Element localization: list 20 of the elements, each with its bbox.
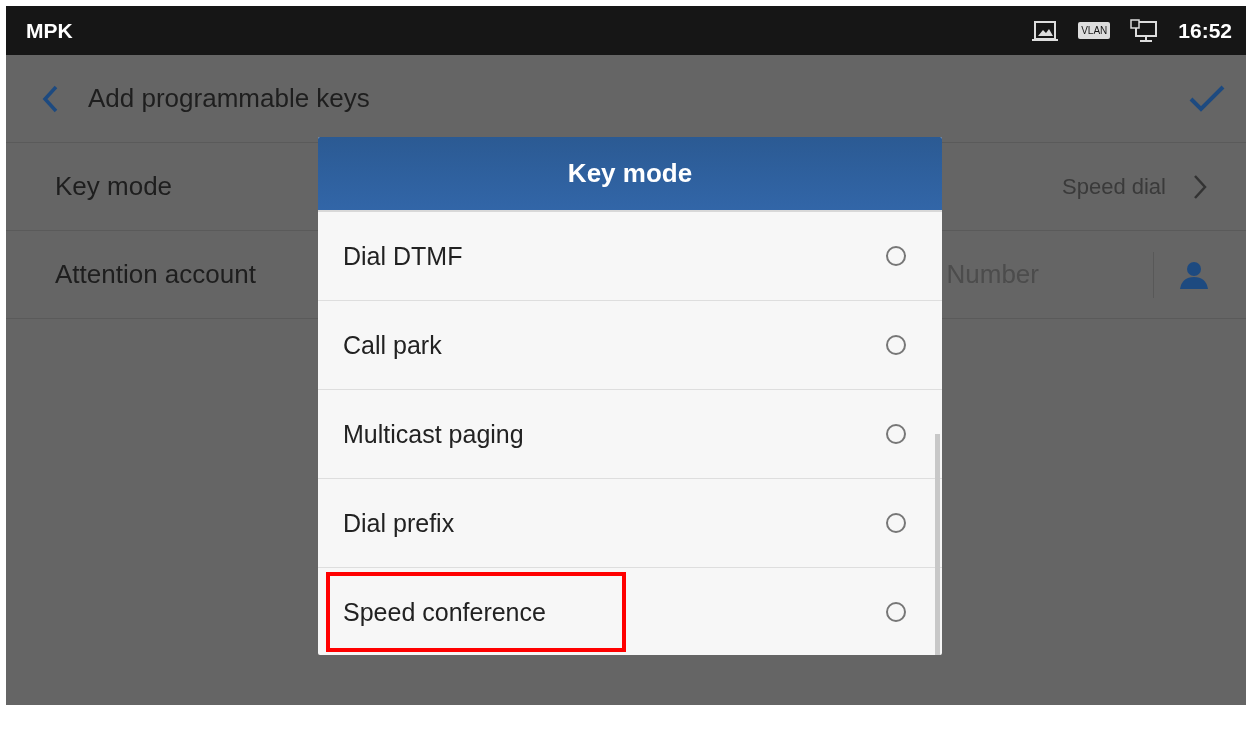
vlan-badge: VLAN (1078, 22, 1111, 39)
dialog-title: Key mode (318, 137, 942, 212)
option-label[interactable]: Dial prefix (343, 508, 886, 538)
radio-button[interactable] (886, 335, 906, 355)
radio-button[interactable] (886, 513, 906, 533)
monitor-icon (1130, 18, 1159, 43)
option-label[interactable]: Dial DTMF (343, 241, 886, 271)
image-icon (1032, 19, 1059, 42)
option-label[interactable]: Call park (343, 330, 886, 360)
radio-button[interactable] (886, 602, 906, 622)
app-title: MPK (26, 18, 73, 43)
setting-label: Attention account (55, 259, 256, 290)
clock-time: 16:52 (1178, 18, 1232, 43)
radio-button[interactable] (886, 246, 906, 266)
option-label[interactable]: Multicast paging (343, 419, 886, 449)
checkmark-icon[interactable] (1188, 83, 1226, 114)
page-title: Add programmable keys (88, 83, 370, 114)
radio-button[interactable] (886, 424, 906, 444)
option-label[interactable]: Speed conference (343, 597, 886, 627)
setting-label: Key mode (55, 171, 173, 202)
